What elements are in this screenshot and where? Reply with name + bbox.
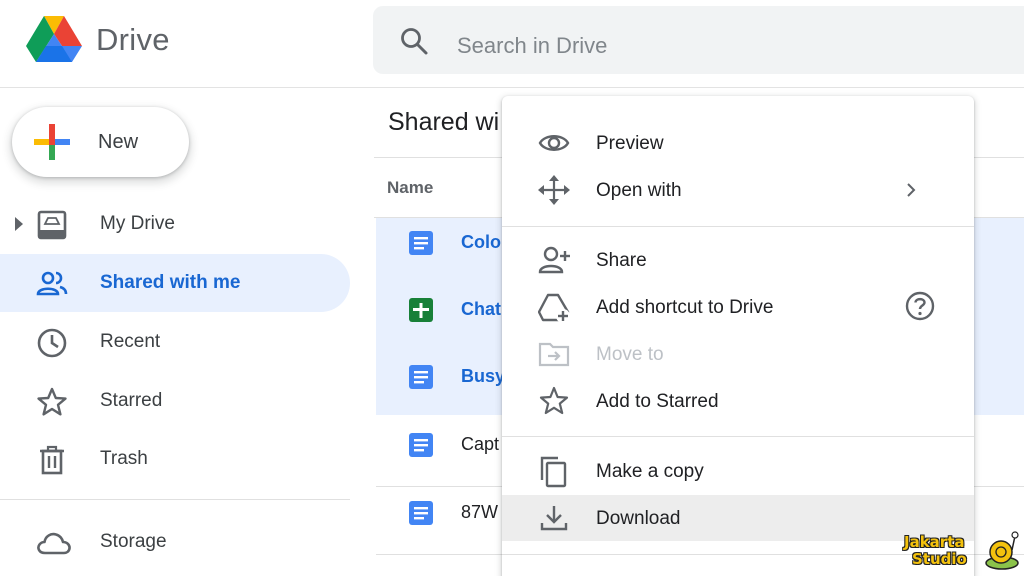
brand-name: Drive [96, 22, 170, 57]
trash-icon [36, 444, 68, 476]
person-add-icon [538, 245, 570, 275]
sidebar-divider [0, 499, 350, 500]
menu-item-move-to[interactable]: Move to [502, 331, 974, 377]
menu-item-label: Make a copy [596, 461, 704, 482]
cloud-icon [36, 527, 71, 559]
watermark-line-2: Studio [912, 550, 967, 568]
sidebar-item-label: Recent [100, 331, 161, 352]
add-shortcut-icon [537, 292, 570, 323]
snail-mascot-icon [984, 530, 1020, 570]
file-name: Busy [461, 366, 506, 386]
download-icon [538, 503, 570, 533]
search-icon[interactable] [399, 26, 429, 56]
sidebar-item-label: My Drive [100, 213, 175, 234]
sidebar-item-label: Storage [100, 531, 167, 552]
chevron-right-icon [904, 181, 918, 199]
header-divider [0, 87, 1024, 88]
sidebar-item-shared-with-me[interactable]: Shared with me [0, 254, 350, 312]
clock-icon [36, 327, 68, 359]
menu-item-share[interactable]: Share [502, 237, 974, 283]
star-outline-icon [538, 386, 570, 416]
menu-item-make-a-copy[interactable]: Make a copy [502, 448, 974, 494]
sidebar-item-label: Trash [100, 448, 148, 469]
file-name: Colo [461, 232, 501, 252]
menu-item-preview[interactable]: Preview [502, 120, 974, 166]
sidebar-item-starred[interactable]: Starred [0, 372, 350, 430]
sidebar-item-trash[interactable]: Trash [0, 430, 350, 488]
menu-item-label: Add to Starred [596, 391, 719, 412]
people-icon [36, 268, 68, 300]
menu-item-label: Move to [596, 344, 664, 365]
google-doc-icon [408, 500, 434, 526]
menu-item-label: Open with [596, 180, 682, 201]
context-menu: Preview Open with Share Add shortcut to … [502, 96, 974, 576]
star-icon [36, 386, 68, 418]
google-sheet-icon [408, 297, 434, 323]
menu-item-open-with[interactable]: Open with [502, 167, 974, 213]
my-drive-icon [36, 209, 68, 241]
new-button[interactable]: New [12, 107, 189, 177]
menu-item-label: Share [596, 250, 647, 271]
google-doc-icon [408, 364, 434, 390]
menu-divider [502, 226, 974, 227]
new-button-label: New [98, 131, 139, 153]
menu-item-label: Download [596, 508, 681, 529]
search-bar[interactable]: Search in Drive [373, 6, 1024, 74]
help-icon[interactable] [904, 290, 936, 322]
plus-icon [34, 124, 70, 160]
move-arrows-icon [538, 175, 570, 205]
copy-icon [538, 456, 570, 488]
expand-caret-icon[interactable] [13, 216, 25, 232]
sidebar-item-storage[interactable]: Storage [0, 513, 350, 571]
menu-item-add-to-starred[interactable]: Add to Starred [502, 378, 974, 424]
google-doc-icon [408, 230, 434, 256]
search-input[interactable]: Search in Drive [457, 33, 607, 59]
file-name: 87W [461, 502, 499, 522]
eye-icon [538, 128, 570, 158]
menu-item-label: Preview [596, 133, 664, 154]
google-doc-icon [408, 432, 434, 458]
file-name: Capt [461, 434, 500, 454]
sidebar-item-recent[interactable]: Recent [0, 313, 350, 371]
drive-logo-icon[interactable] [26, 14, 82, 64]
sidebar-item-my-drive[interactable]: My Drive [0, 195, 350, 253]
menu-divider [502, 436, 974, 437]
sidebar-item-label: Starred [100, 390, 163, 411]
file-name: Chat [461, 299, 501, 319]
column-header-name[interactable]: Name [387, 178, 433, 198]
menu-item-add-shortcut[interactable]: Add shortcut to Drive [502, 284, 974, 330]
page-title: Shared wi [388, 108, 500, 136]
sidebar-item-label: Shared with me [100, 272, 241, 293]
watermark-line-1: Jakarta [904, 533, 965, 551]
watermark-logo: Jakarta Studio [904, 530, 1020, 572]
menu-item-label: Add shortcut to Drive [596, 297, 774, 318]
folder-move-icon [538, 339, 570, 369]
